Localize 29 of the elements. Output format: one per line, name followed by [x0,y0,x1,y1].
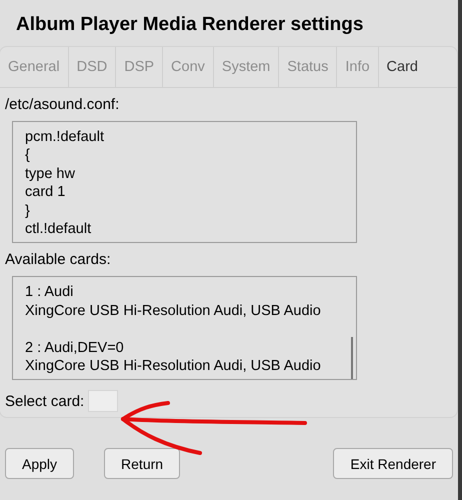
config-label: /etc/asound.conf: [5,96,120,113]
config-line: { [25,146,31,165]
config-line: card 1 [25,183,66,202]
return-button[interactable]: Return [104,448,180,479]
config-line: pcm.!default [25,128,105,146]
select-card-label: Select card: [5,392,84,410]
card-description: XingCore USB Hi-Resolution Audi, USB Audio [25,302,322,320]
tab[interactable]: DSP [116,47,164,87]
scrollbar[interactable] [351,337,353,380]
tab[interactable]: Conv [163,47,214,87]
tab[interactable]: System [214,47,280,87]
tab[interactable]: DSD [68,47,116,87]
config-line: } [25,202,31,220]
exit-button[interactable]: Exit Renderer [333,448,453,479]
tab[interactable]: Info [337,47,379,87]
card-id: 1 : Audi [25,283,74,302]
apply-button[interactable]: Apply [5,448,74,479]
cards-text-area[interactable]: 1 : Audi XingCore USB Hi-Resolution Audi, USB Audio 2 : Audi,DEV=0 XingCore USB Hi-Resolution Audi, USB Audio [12,276,357,380]
tab[interactable]: Card [378,47,426,87]
card-id: 2 : Audi,DEV=0 [25,338,125,358]
config-text-area[interactable]: pcm.!default { type hw card 1 } ctl.!default [12,121,357,244]
config-line: type hw [25,164,76,184]
config-line: ctl.!default [25,220,92,238]
card-description: XingCore USB Hi-Resolution Audi, USB Audio [25,357,322,376]
window-title: Album Player Media Renderer settings [15,13,364,37]
cards-label: Available cards: [5,251,112,268]
select-card-field[interactable] [88,390,118,412]
tab[interactable]: Status [279,47,338,87]
tab[interactable]: General [0,47,69,87]
